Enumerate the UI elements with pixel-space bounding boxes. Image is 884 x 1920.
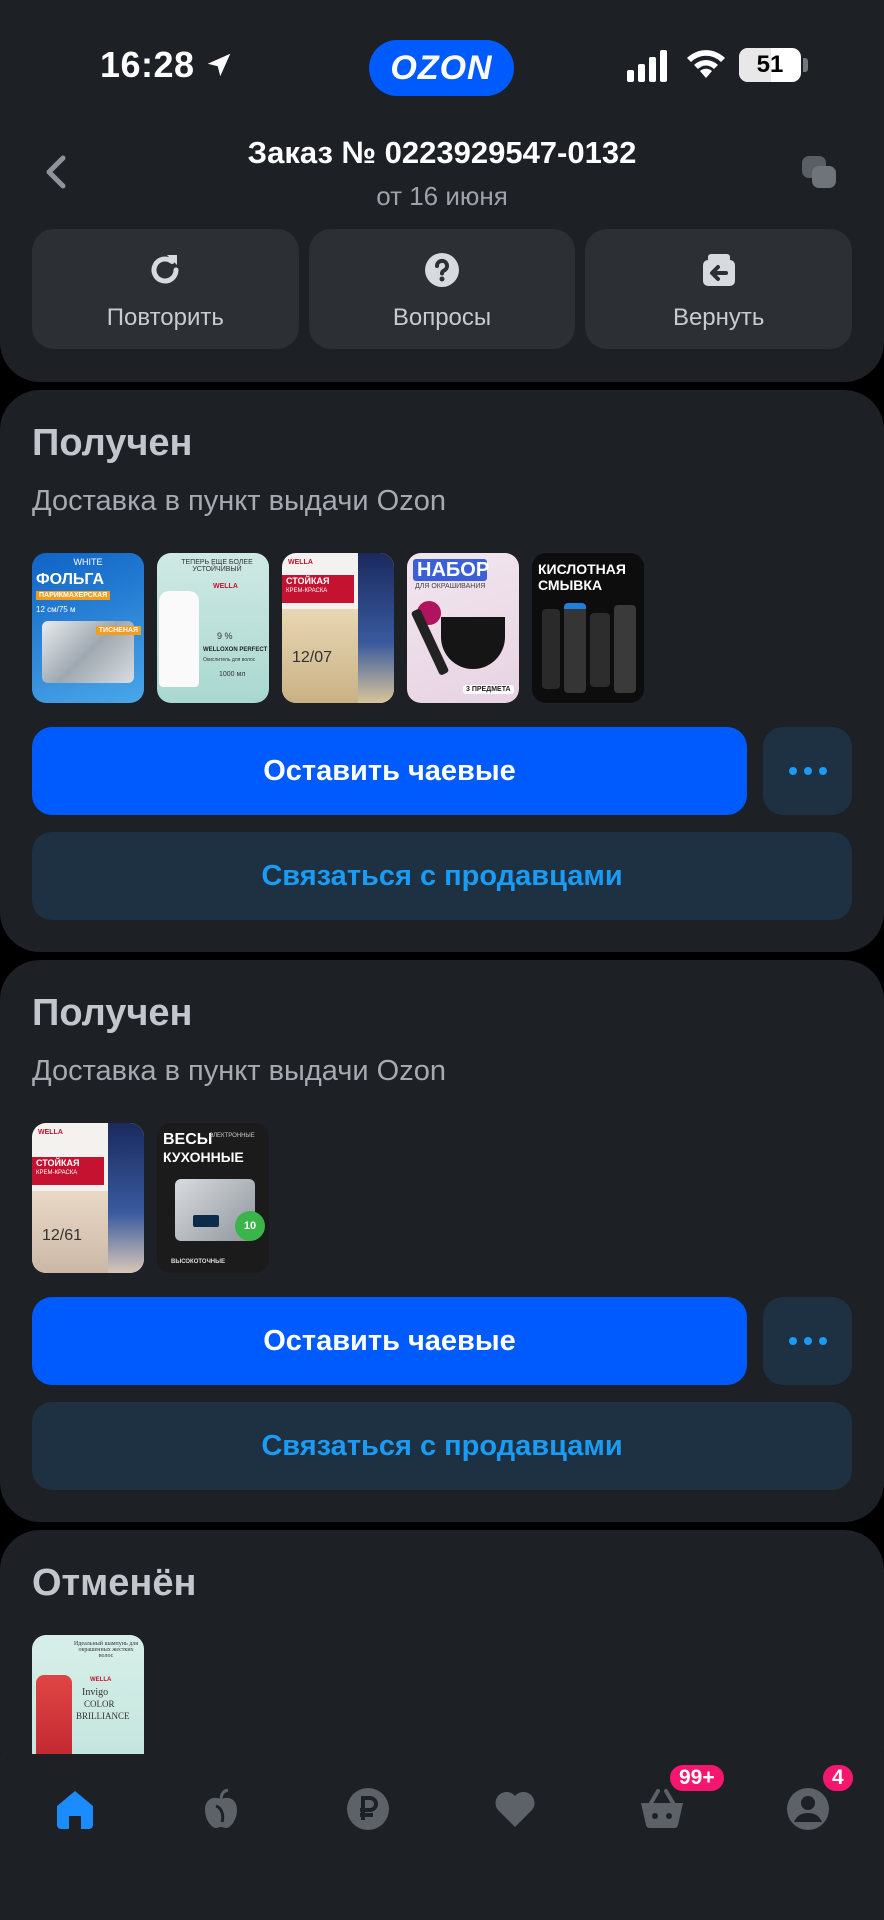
- heart-icon[interactable]: [492, 1786, 538, 1832]
- questions-label: Вопросы: [392, 304, 492, 331]
- shipment-card-1: Получен Доставка в пункт выдачи Ozon WHI…: [0, 390, 884, 952]
- order-title: Заказ № 0223929547-0132: [247, 135, 637, 170]
- thumb-text: ПАРИКМАХЕРСКАЯ: [36, 591, 111, 600]
- thumb-text: ФОЛЬГА: [36, 571, 105, 588]
- home-icon[interactable]: [52, 1786, 98, 1832]
- contact-sellers-button[interactable]: Связаться с продавцами: [32, 1402, 852, 1490]
- thumb-text: COLOR: [84, 1699, 115, 1709]
- shipment-status: Получен: [32, 422, 193, 464]
- thumb-text: 12/61: [42, 1227, 83, 1244]
- status-time: 16:28: [100, 44, 195, 85]
- product-thumbnails: WHITE ФОЛЬГА ПАРИКМАХЕРСКАЯ 12 см/75 м Т…: [32, 553, 644, 703]
- return-label: Вернуть: [672, 304, 765, 331]
- thumb-text: ВЕСЫ: [163, 1131, 213, 1148]
- profile-icon[interactable]: [785, 1786, 831, 1832]
- more-options-button[interactable]: [763, 727, 852, 815]
- dye-box-side: [108, 1123, 144, 1273]
- thumb-text: WHITE: [73, 557, 103, 567]
- bottle-image: [159, 591, 199, 687]
- thumb-text: 1000 мл: [219, 671, 246, 678]
- product-thumb-dye-kit[interactable]: НАБОР ДЛЯ ОКРАШИВАНИЯ 3 ПРЕДМЕТА: [407, 553, 519, 703]
- thumb-text: КИСЛОТНАЯ: [538, 561, 626, 577]
- dye-box-side: [358, 553, 394, 703]
- product-thumb-kitchen-scale[interactable]: ВЕСЫ ЭЛЕКТРОННЫЕ КУХОННЫЕ 10 ВЫСОКОТОЧНЫ…: [157, 1123, 269, 1273]
- questions-button[interactable]: Вопросы: [308, 229, 576, 349]
- bottle-image: [590, 613, 610, 687]
- thumb-text: КРЕМ-КРАСКА: [36, 1170, 78, 1176]
- product-thumb-foil[interactable]: WHITE ФОЛЬГА ПАРИКМАХЕРСКАЯ 12 см/75 м Т…: [32, 553, 144, 703]
- return-button[interactable]: Вернуть: [585, 229, 853, 349]
- thumb-text: Идеальный шампунь для окрашенных жестких…: [73, 1641, 139, 1659]
- more-options-button[interactable]: [763, 1297, 852, 1385]
- battery-cap: [803, 58, 808, 72]
- wifi-icon: [687, 50, 725, 78]
- ruble-icon[interactable]: [345, 1786, 391, 1832]
- leave-tip-button[interactable]: Оставить чаевые: [32, 727, 747, 815]
- shipment-status: Получен: [32, 992, 193, 1034]
- bottle-image: [542, 609, 560, 689]
- thumb-text: КРЕМ-КРАСКА: [286, 588, 328, 594]
- repeat-label: Повторить: [106, 304, 224, 331]
- thumb-text: 10: [235, 1211, 265, 1241]
- location-arrow-icon: [207, 53, 231, 77]
- bottle-image: [564, 603, 586, 693]
- thumb-text: СТОЙКАЯ: [36, 1158, 80, 1168]
- thumb-text: СМЫВКА: [538, 577, 603, 593]
- thumb-text: 9 %: [217, 631, 233, 641]
- battery-percent: 51: [756, 51, 784, 78]
- scale-display: [193, 1215, 219, 1227]
- order-date: от 16 июня: [376, 181, 508, 211]
- product-thumb-oxidizer[interactable]: ТЕПЕРЬ ЕЩЕ БОЛЕЕ УСТОЙЧИВЫЙ WELLA 9 % WE…: [157, 553, 269, 703]
- thumb-text: 12/07: [292, 649, 333, 666]
- contact-sellers-button[interactable]: Связаться с продавцами: [32, 832, 852, 920]
- copy-chat-icon[interactable]: [800, 154, 838, 190]
- shipment-card-3: Отменён Идеальный шампунь для окрашенных…: [0, 1530, 884, 1790]
- shipment-card-2: Получен Доставка в пункт выдачи Ozon WEL…: [0, 960, 884, 1522]
- thumb-text: КУХОННЫЕ: [163, 1149, 244, 1165]
- return-box-icon: [702, 254, 735, 286]
- shipment-status: Отменён: [32, 1562, 197, 1604]
- more-dots-icon: [788, 1337, 827, 1345]
- product-thumbnails: WELLA СТОЙКАЯ КРЕМ-КРАСКА 12/61 ВЕСЫ ЭЛЕ…: [32, 1123, 269, 1273]
- thumb-text: WELLOXON PERFECT: [203, 647, 268, 653]
- thumb-text: 12 см/75 м: [36, 605, 76, 614]
- thumb-text: ТИСНЕНАЯ: [95, 626, 141, 635]
- thumb-text: ВЫСОКОТОЧНЫЕ: [171, 1259, 225, 1265]
- order-header: 16:28 OZON 51 Заказ № 0223929547-0132 от…: [0, 0, 884, 382]
- battery-indicator: 51: [739, 48, 801, 82]
- thumb-text: ДЛЯ ОКРАШИВАНИЯ: [415, 583, 486, 590]
- repeat-button[interactable]: Повторить: [32, 229, 299, 349]
- leave-tip-button[interactable]: Оставить чаевые: [32, 1297, 747, 1385]
- cart-count-badge: 99+: [667, 1762, 727, 1794]
- thumb-text: WELLA: [90, 1677, 112, 1683]
- product-thumb-hair-dye[interactable]: WELLA СТОЙКАЯ КРЕМ-КРАСКА 12/07: [282, 553, 394, 703]
- thumb-text: Invigo: [82, 1687, 109, 1698]
- ozon-logo: OZON: [369, 40, 514, 96]
- shipment-delivery: Доставка в пункт выдачи Ozon: [32, 1055, 446, 1087]
- bottom-navigation: 99+ 4: [0, 1754, 884, 1920]
- thumb-text: НАБОР: [417, 559, 490, 581]
- dye-bowl-image: [441, 617, 505, 669]
- order-actions: Повторить Вопросы Вернуть: [32, 229, 853, 349]
- product-thumb-hair-dye[interactable]: WELLA СТОЙКАЯ КРЕМ-КРАСКА 12/61: [32, 1123, 144, 1273]
- bottle-image: [614, 605, 636, 693]
- thumb-text: WELLA: [213, 583, 238, 590]
- apple-icon[interactable]: [198, 1786, 244, 1832]
- thumb-text: ЭЛЕКТРОННЫЕ: [209, 1133, 255, 1139]
- thumb-text: WELLA: [38, 1129, 63, 1136]
- thumb-text: BRILLIANCE: [76, 1711, 130, 1721]
- thumb-text: ТЕПЕРЬ ЕЩЕ БОЛЕЕ УСТОЙЧИВЫЙ: [181, 559, 253, 573]
- thumb-text: СТОЙКАЯ: [286, 576, 330, 586]
- shipment-delivery: Доставка в пункт выдачи Ozon: [32, 485, 446, 517]
- thumb-text: WELLA: [288, 559, 313, 566]
- repeat-icon: [151, 255, 179, 284]
- thumb-text: Окислитель для волос: [203, 657, 256, 663]
- cellular-signal-icon: [627, 50, 667, 82]
- product-thumb-acid-wash[interactable]: КИСЛОТНАЯ СМЫВКА: [532, 553, 644, 703]
- more-dots-icon: [788, 767, 827, 775]
- thumb-text: 3 ПРЕДМЕТА: [463, 685, 514, 694]
- question-icon: [425, 253, 459, 287]
- profile-notification-badge: 4: [820, 1762, 856, 1794]
